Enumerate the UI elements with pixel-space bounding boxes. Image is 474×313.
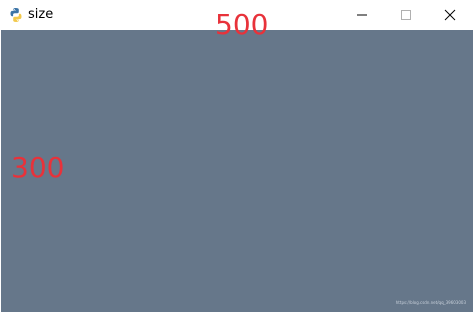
client-area (1, 30, 473, 312)
minimize-button[interactable] (340, 0, 384, 30)
watermark: https://blog.csdn.net/qq_39603003 (395, 300, 466, 305)
close-icon (444, 9, 456, 21)
maximize-icon (401, 10, 411, 20)
minimize-icon (357, 14, 367, 16)
window-title: size (28, 7, 54, 22)
width-label: 500 (215, 8, 269, 41)
height-label: 300 (11, 151, 65, 184)
maximize-button[interactable] (384, 0, 428, 30)
close-button[interactable] (428, 0, 472, 30)
app-window: size 500 300 https://blog.csdn.net/qq_39… (0, 0, 474, 313)
python-logo-icon (8, 7, 24, 23)
